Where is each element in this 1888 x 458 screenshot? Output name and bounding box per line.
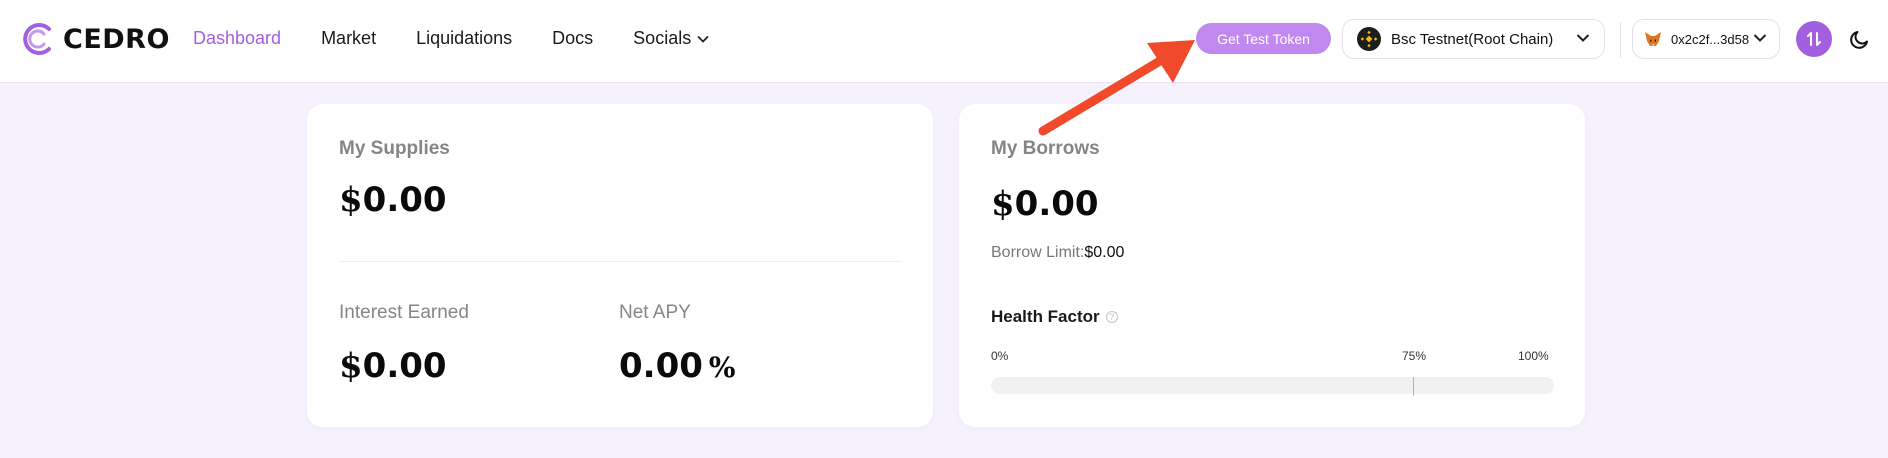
nav-docs[interactable]: Docs — [552, 28, 593, 49]
borrows-value: $0.00 — [991, 184, 1099, 224]
health-factor-heading: Health Factor ? — [991, 307, 1118, 327]
metamask-fox-icon — [1645, 32, 1661, 46]
my-borrows-card: My Borrows $0.00 Borrow Limit:$0.00 Heal… — [959, 104, 1585, 427]
borrow-limit-label: Borrow Limit: — [991, 244, 1085, 261]
supplies-value: $0.00 — [339, 180, 447, 220]
net-apy-label: Net APY — [619, 302, 691, 323]
main-nav: Dashboard Market Liquidations Docs Socia… — [193, 28, 749, 49]
interest-currency: $ — [339, 346, 363, 386]
apy-unit: % — [708, 351, 736, 384]
my-supplies-card: My Supplies $0.00 Interest Earned Net AP… — [307, 104, 933, 427]
health-factor-bar — [991, 377, 1554, 394]
supplies-currency: $ — [339, 180, 363, 220]
borrow-limit-value: $0.00 — [1084, 244, 1125, 261]
swap-button[interactable] — [1796, 21, 1832, 57]
network-selector[interactable]: Bsc Testnet(Root Chain) — [1342, 19, 1605, 59]
nav-divider — [1620, 22, 1621, 58]
nav-market[interactable]: Market — [321, 28, 376, 49]
interest-earned-value: $0.00 — [339, 346, 447, 386]
wallet-address: 0x2c2f...3d58 — [1671, 31, 1750, 47]
borrows-amount: 0.00 — [1014, 184, 1099, 224]
chevron-down-icon — [1753, 34, 1767, 42]
net-apy-value: 0.00% — [619, 346, 736, 386]
health-75-marker — [1413, 377, 1414, 396]
nav-socials[interactable]: Socials — [633, 28, 709, 49]
bnb-icon — [1357, 27, 1381, 51]
help-icon[interactable]: ? — [1105, 311, 1118, 323]
nav-dashboard[interactable]: Dashboard — [193, 28, 281, 49]
supplies-title: My Supplies — [339, 138, 450, 159]
borrows-title: My Borrows — [991, 138, 1100, 159]
annotation-arrow — [1038, 40, 1195, 136]
logo-text: CEDRO — [63, 23, 170, 55]
health-tick-75: 75% — [1402, 349, 1427, 363]
interest-amount: 0.00 — [362, 346, 447, 386]
get-test-token-button[interactable]: Get Test Token — [1196, 23, 1331, 54]
health-tick-0: 0% — [991, 349, 1009, 363]
network-label: Bsc Testnet(Root Chain) — [1391, 30, 1554, 48]
health-tick-100: 100% — [1518, 349, 1549, 363]
apy-amount: 0.00 — [619, 346, 703, 386]
top-navbar: CEDRO Dashboard Market Liquidations Docs… — [0, 0, 1888, 83]
borrows-currency: $ — [991, 184, 1015, 224]
supplies-divider — [339, 261, 902, 262]
cedro-logo-icon — [23, 23, 51, 55]
nav-socials-label: Socials — [633, 28, 692, 48]
borrow-limit: Borrow Limit:$0.00 — [991, 244, 1124, 262]
supplies-amount: 0.00 — [362, 180, 447, 220]
moon-icon[interactable] — [1849, 28, 1871, 50]
health-factor-label: Health Factor — [991, 307, 1100, 326]
wallet-button[interactable]: 0x2c2f...3d58 — [1632, 19, 1780, 59]
chevron-down-icon — [1576, 34, 1590, 42]
chevron-down-icon — [697, 35, 709, 43]
swap-arrows-icon — [1807, 32, 1821, 46]
nav-liquidations[interactable]: Liquidations — [416, 28, 512, 49]
interest-earned-label: Interest Earned — [339, 302, 469, 323]
cedro-logo[interactable]: CEDRO — [19, 20, 170, 58]
